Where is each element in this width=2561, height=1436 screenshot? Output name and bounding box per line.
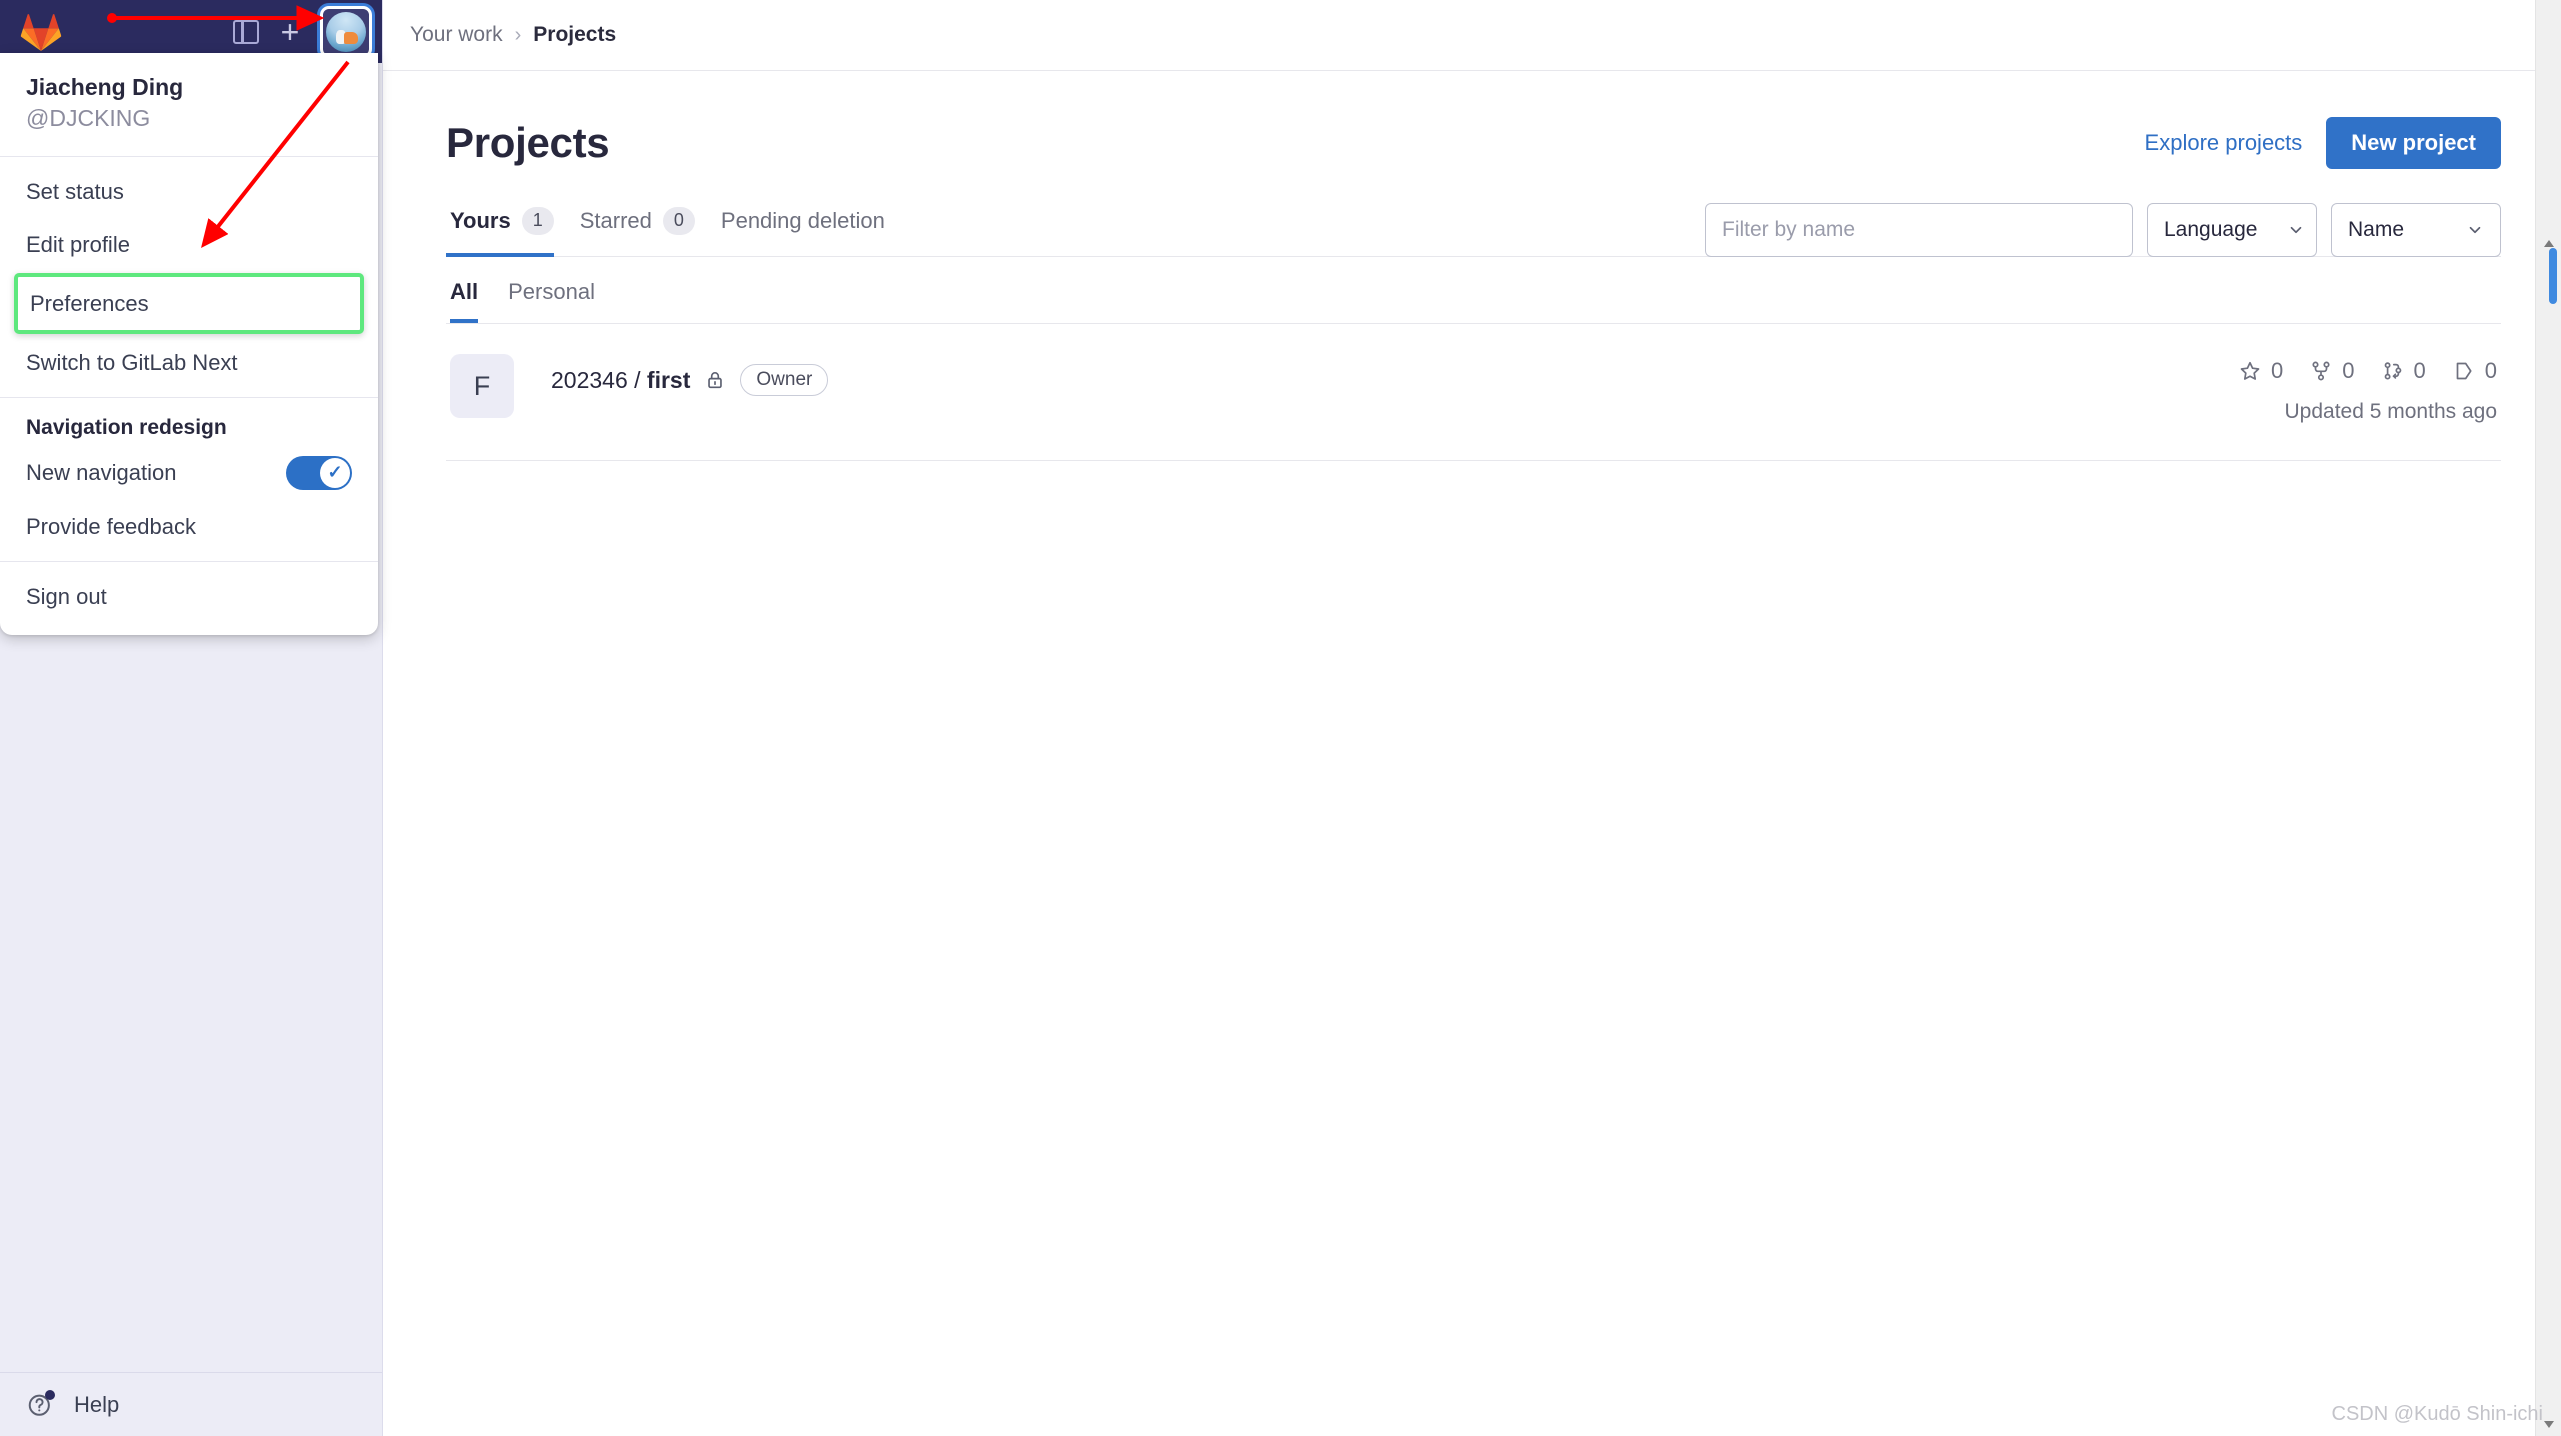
tab-pending-deletion[interactable]: Pending deletion bbox=[717, 204, 907, 256]
tab-count: 0 bbox=[662, 207, 695, 235]
search-input[interactable] bbox=[1705, 203, 2133, 257]
sort-select[interactable]: Name bbox=[2331, 203, 2501, 257]
breadcrumb-projects[interactable]: Projects bbox=[533, 23, 616, 47]
star-icon bbox=[2240, 361, 2260, 380]
forks-count: 0 bbox=[2342, 358, 2355, 383]
help-notification-dot bbox=[45, 1389, 55, 1400]
status-badge: Owner bbox=[740, 364, 829, 396]
page-header: Projects Explore projects New project bbox=[446, 71, 2501, 169]
user-menu-dropdown: Jiacheng Ding @DJCKING Set status Edit p… bbox=[0, 53, 378, 635]
issue-icon bbox=[2456, 362, 2472, 380]
language-select[interactable]: Language bbox=[2147, 203, 2317, 257]
user-menu-main-group: Set status Edit profile Preferences Swit… bbox=[0, 157, 378, 397]
menu-item-switch-to-gitlab-next[interactable]: Switch to GitLab Next bbox=[0, 336, 378, 389]
tabs-and-filters: Yours 1 Starred 0 Pending deletion Langu… bbox=[446, 203, 2501, 257]
scroll-up-arrow-icon[interactable] bbox=[2544, 240, 2554, 247]
subtab-all[interactable]: All bbox=[450, 279, 479, 323]
breadcrumb-your-work[interactable]: Your work bbox=[410, 23, 503, 47]
issues-count: 0 bbox=[2484, 358, 2497, 383]
menu-item-edit-profile[interactable]: Edit profile bbox=[0, 218, 378, 271]
plus-icon[interactable]: + bbox=[268, 10, 312, 54]
merge-requests-count: 0 bbox=[2413, 358, 2426, 383]
tab-label: Yours bbox=[450, 207, 511, 233]
tab-count: 1 bbox=[521, 207, 554, 235]
sidebar: + Snippets bbox=[0, 0, 383, 1436]
fork-icon bbox=[2312, 361, 2330, 381]
menu-item-provide-feedback[interactable]: Provide feedback bbox=[0, 500, 378, 553]
new-navigation-label: New navigation bbox=[26, 459, 177, 485]
user-menu-header: Jiacheng Ding @DJCKING bbox=[0, 53, 378, 156]
gitlab-app: + Snippets bbox=[0, 0, 2561, 1436]
language-select-label: Language bbox=[2164, 218, 2258, 241]
updated-timestamp: Updated 5 months ago bbox=[2284, 400, 2497, 423]
tab-starred[interactable]: Starred 0 bbox=[576, 203, 717, 257]
menu-item-sign-out[interactable]: Sign out bbox=[0, 570, 378, 623]
menu-item-preferences[interactable]: Preferences bbox=[14, 272, 364, 334]
menu-item-set-status[interactable]: Set status bbox=[0, 165, 378, 218]
explore-projects-link[interactable]: Explore projects bbox=[2145, 130, 2303, 156]
stars-count: 0 bbox=[2271, 358, 2284, 383]
menu-item-new-navigation[interactable]: New navigation ✓ bbox=[0, 446, 378, 500]
tab-label: Starred bbox=[579, 207, 652, 233]
chevron-down-icon bbox=[2466, 221, 2484, 239]
new-project-button[interactable]: New project bbox=[2326, 117, 2501, 169]
navigation-redesign-group: Navigation redesign New navigation ✓ Pro… bbox=[0, 398, 378, 561]
main-content: Your work › Projects Projects Explore pr… bbox=[383, 0, 2561, 1436]
section-title-navigation-redesign: Navigation redesign bbox=[26, 415, 227, 439]
user-avatar-image bbox=[326, 11, 366, 52]
scrollbar-thumb[interactable] bbox=[2549, 248, 2557, 304]
project-info: 202346 / first Owner bbox=[514, 354, 2238, 396]
project-namespace: 202346 bbox=[551, 366, 628, 393]
project-path-separator: / bbox=[634, 366, 647, 393]
gitlab-logo-icon[interactable] bbox=[20, 12, 62, 52]
tab-label: Pending deletion bbox=[720, 207, 885, 233]
header-actions: Explore projects New project bbox=[2145, 117, 2501, 169]
chevron-down-icon bbox=[2287, 221, 2305, 239]
project-subtabs: All Personal bbox=[446, 257, 2501, 323]
panel-toggle-icon[interactable] bbox=[224, 10, 268, 54]
breadcrumb-separator: › bbox=[514, 23, 522, 46]
merge-request-icon bbox=[2384, 362, 2401, 380]
stats-row: 0 0 0 0 bbox=[2238, 358, 2497, 384]
new-navigation-toggle[interactable]: ✓ bbox=[286, 455, 352, 490]
forks-stat[interactable]: 0 bbox=[2309, 358, 2355, 384]
project-tabs: Yours 1 Starred 0 Pending deletion bbox=[446, 203, 907, 257]
project-title: first bbox=[646, 366, 691, 393]
watermark: CSDN @Kudō Shin-ichi bbox=[2331, 1403, 2544, 1425]
breadcrumb: Your work › Projects bbox=[383, 0, 2561, 71]
project-avatar: F bbox=[450, 354, 514, 418]
issues-stat[interactable]: 0 bbox=[2452, 358, 2497, 384]
table-row[interactable]: F 202346 / first Owner 0 0 0 0 Updated 5… bbox=[446, 324, 2501, 461]
user-name: Jiacheng Ding bbox=[26, 74, 184, 100]
merge-requests-stat[interactable]: 0 bbox=[2381, 358, 2426, 384]
subtab-personal[interactable]: Personal bbox=[508, 279, 595, 323]
avatar[interactable] bbox=[320, 5, 372, 58]
scrollbar[interactable] bbox=[2535, 0, 2561, 1436]
help-label: Help bbox=[74, 1391, 120, 1417]
check-icon: ✓ bbox=[320, 457, 350, 488]
filter-controls: Language Name bbox=[1705, 203, 2501, 257]
user-handle: @DJCKING bbox=[26, 104, 151, 131]
lock-icon bbox=[704, 369, 726, 391]
projects-page: Projects Explore projects New project Yo… bbox=[383, 71, 2561, 461]
sidebar-help[interactable]: Help bbox=[0, 1372, 382, 1436]
tab-yours[interactable]: Yours 1 bbox=[446, 203, 576, 257]
stars-stat[interactable]: 0 bbox=[2238, 358, 2283, 384]
sort-select-label: Name bbox=[2348, 218, 2405, 241]
signout-group: Sign out bbox=[0, 562, 378, 631]
project-stats: 0 0 0 0 Updated 5 months ago bbox=[2238, 354, 2497, 424]
help-icon bbox=[26, 1389, 55, 1419]
scroll-down-arrow-icon[interactable] bbox=[2544, 1421, 2554, 1428]
project-name[interactable]: 202346 / first bbox=[551, 367, 690, 394]
page-title: Projects bbox=[446, 119, 610, 166]
